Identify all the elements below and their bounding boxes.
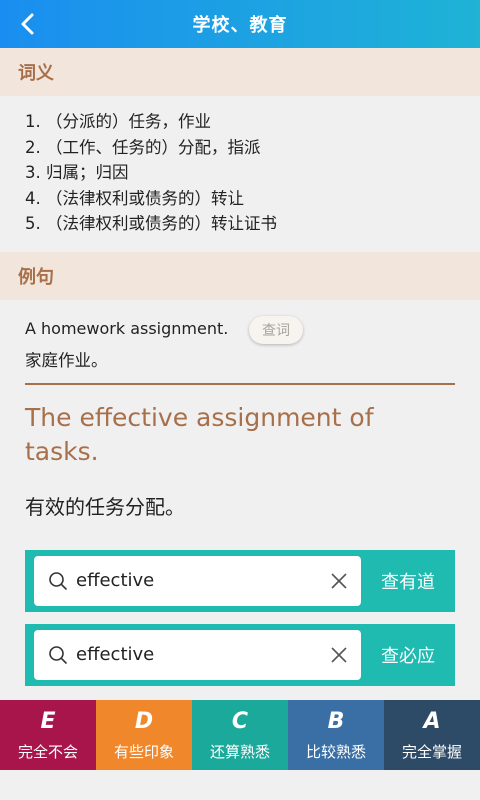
search-icon: [49, 646, 67, 664]
rate-label: 还算熟悉: [209, 742, 270, 761]
search-value: effective: [76, 644, 155, 665]
youdao-search-row: effective 查有道: [25, 550, 455, 612]
meaning-item: 5. （法律权利或债务的）转让证书: [25, 214, 277, 233]
rate-a-button[interactable]: A 完全掌握: [384, 700, 480, 770]
search-icon: [49, 572, 67, 590]
example-chinese: 家庭作业。: [25, 351, 108, 370]
rate-letter: E: [40, 708, 56, 734]
close-icon[interactable]: [330, 646, 348, 664]
close-icon[interactable]: [330, 572, 348, 590]
search-value: effective: [76, 570, 155, 591]
meaning-item: 3. 归属；归因: [25, 163, 129, 182]
rate-label: 比较熟悉: [305, 742, 366, 761]
examples-heading: 例句: [0, 252, 480, 300]
meanings-heading: 词义: [0, 48, 480, 96]
rate-letter: D: [134, 708, 154, 734]
meanings-list: 1. （分派的）任务，作业 2. （工作、任务的）分配，指派 3. 归属；归因 …: [0, 96, 480, 250]
current-sentence-english: The effective assignment of tasks.: [25, 403, 374, 466]
top-bar: 学校、教育: [0, 0, 480, 48]
rate-label: 有些印象: [113, 742, 174, 761]
example-english: A homework assignment.: [25, 319, 229, 338]
search-input[interactable]: effective: [34, 556, 361, 606]
search-input[interactable]: effective: [34, 630, 361, 680]
rate-e-button[interactable]: E 完全不会: [0, 700, 96, 770]
divider: [25, 383, 455, 385]
current-sentence-chinese: 有效的任务分配。: [25, 495, 185, 519]
rate-label: 完全掌握: [401, 742, 462, 761]
lookup-word-button[interactable]: 查词: [249, 316, 303, 344]
meaning-item: 4. （法律权利或债务的）转让: [25, 188, 244, 208]
search-bing-button[interactable]: 查必应: [361, 624, 455, 686]
footer-strip: [0, 770, 480, 800]
rate-d-button[interactable]: D 有些印象: [96, 700, 192, 770]
meaning-item: 1. （分派的）任务，作业: [25, 112, 211, 131]
rate-label: 完全不会: [17, 742, 78, 761]
rate-c-button[interactable]: C 还算熟悉: [192, 700, 288, 770]
page-title: 学校、教育: [192, 15, 288, 36]
rate-b-button[interactable]: B 比较熟悉: [288, 700, 384, 770]
rate-letter: C: [231, 708, 249, 734]
meaning-item: 2. （工作、任务的）分配，指派: [25, 137, 261, 157]
search-youdao-button[interactable]: 查有道: [361, 550, 455, 612]
bing-search-row: effective 查必应: [25, 624, 455, 686]
rate-letter: A: [423, 708, 441, 734]
chevron-left-icon[interactable]: [14, 9, 42, 39]
rate-letter: B: [327, 708, 345, 734]
rating-bar: E 完全不会 D 有些印象 C 还算熟悉 B 比较熟悉 A 完全掌握: [0, 700, 480, 770]
